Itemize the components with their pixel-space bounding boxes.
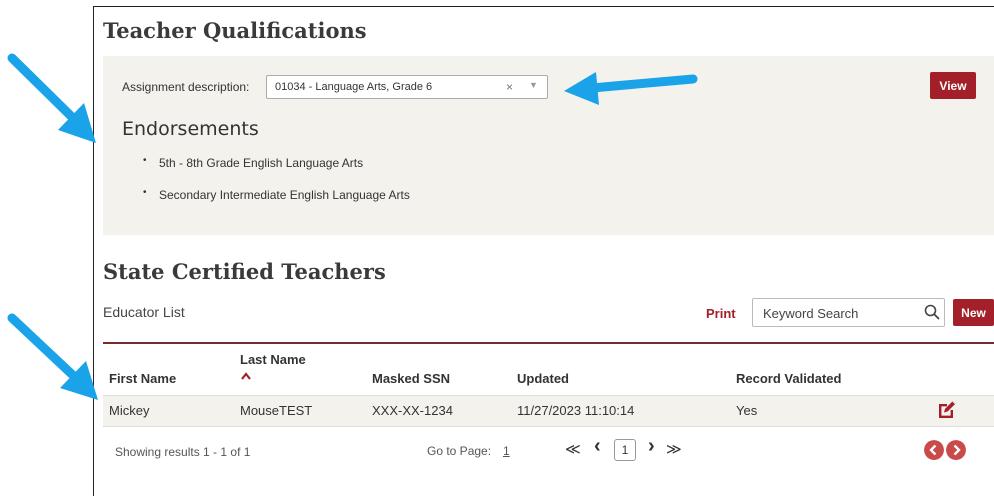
- callout-arrow: [7, 313, 98, 400]
- callout-arrow: [7, 53, 96, 143]
- callout-arrows: [7, 53, 698, 400]
- callout-arrow: [564, 72, 698, 105]
